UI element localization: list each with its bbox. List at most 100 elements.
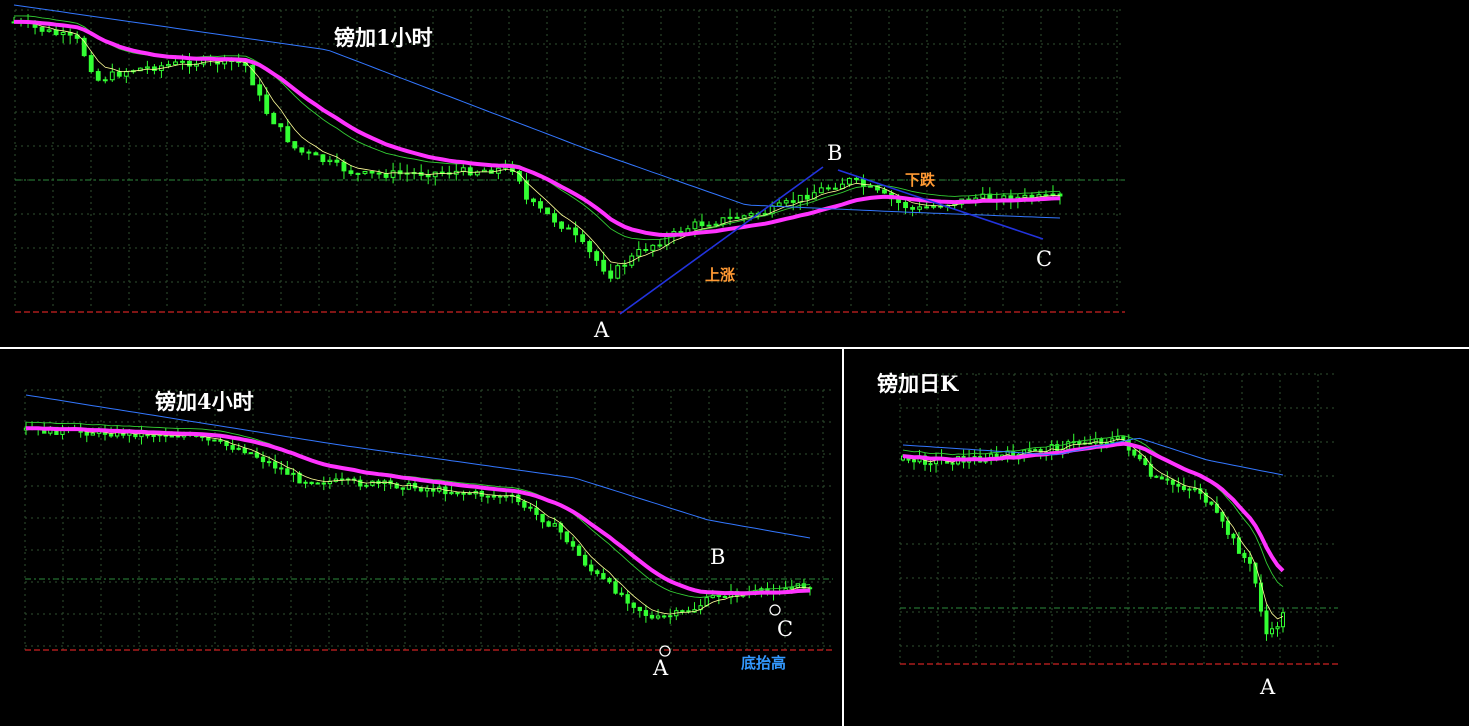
annotation-rise: 上涨 (705, 266, 736, 284)
annotation-fall: 下跌 (905, 171, 936, 189)
point-label-1h-b: B (827, 141, 843, 165)
panel-1h-candle-body (123, 71, 129, 77)
panel-4h-ma-mid (25, 421, 811, 598)
panel-daily-candle-body (912, 459, 917, 463)
panel-1h-candle-body (102, 79, 108, 82)
panel-daily-candle-body (1137, 454, 1142, 460)
panel-1h-candle-body (376, 172, 382, 175)
panel-daily-candle-body (1209, 501, 1214, 505)
panel-4h-candle-body (84, 431, 89, 436)
panel-1h-candle-body (615, 265, 621, 279)
panel-4h-candle-body (364, 484, 369, 487)
panel-1h-candle-body (706, 224, 712, 227)
panel-4h-candle-body (285, 468, 290, 475)
panel-4h-candle-body (722, 596, 728, 599)
panel-1h-candle-body (362, 170, 368, 174)
panel-daily-candle-body (1264, 610, 1269, 635)
panel-1h-candle-body (924, 206, 930, 209)
panel-1h-candle-body (306, 151, 312, 154)
panel-4h-candle-body (643, 610, 649, 616)
panel-4h-candle-body (297, 472, 302, 484)
panel-1h-candle-body (348, 170, 354, 174)
panel-daily-candle-body (1181, 485, 1186, 491)
panel-4h-candle-body (613, 581, 618, 594)
panel-1h-candle-body (903, 201, 908, 209)
panel-1h-candle-body (748, 212, 754, 217)
panel-4h-candle-body (661, 615, 667, 618)
panel-1h-candle-body (467, 167, 473, 176)
panel-4h-candle-body (461, 492, 466, 495)
panel-4h-candle-body (254, 452, 260, 458)
panel-1h-candle-body (699, 221, 705, 227)
panel-1h-candle-body (327, 159, 333, 163)
panel-4h-candle-body (564, 531, 570, 543)
panel-4h-candle-body (649, 614, 655, 619)
panel-1h-candle-body (910, 207, 915, 210)
chart-title-daily: 镑加日K (877, 371, 959, 396)
panel-1h-candle-body (60, 31, 66, 36)
panel-4h-candle-body (528, 506, 533, 509)
panel-daily-candle-body (1269, 628, 1274, 635)
panel-1h-candle-body (741, 215, 747, 219)
panel-daily-candle-body (1275, 626, 1280, 630)
marker-circle-4h-a (659, 645, 671, 657)
panel-4h-candle-body (534, 507, 539, 515)
panel-daily-candle-body (1253, 562, 1258, 584)
chart-canvas (0, 4, 1469, 726)
panel-1h-candle-body (608, 270, 614, 279)
panel-4h-candle-body (668, 615, 673, 618)
panel-1h-candle-body (917, 206, 923, 210)
panel-1h-candle-body (538, 201, 543, 209)
panel-4h-candle-body (309, 481, 314, 485)
panel-4h-candle-body (151, 434, 156, 437)
panel-4h-candle-body (279, 467, 284, 470)
panel-4h-candle-body (601, 573, 606, 580)
panel-daily-candle-body (928, 463, 933, 466)
panel-daily-candle-body (1027, 449, 1032, 452)
panel-1h-candle-body (390, 170, 396, 178)
panel-1h-candle-body (643, 249, 649, 252)
panel-4h-candle-body (467, 492, 472, 495)
panel-4h-candle-body (273, 461, 278, 469)
panel-4h-candle-body (680, 610, 685, 613)
panel-1h-candle-body (285, 126, 291, 143)
chart-title-4h: 镑加4小时 (155, 389, 254, 414)
panel-4h-candle-body (260, 456, 266, 463)
panel-daily-candle-body (1242, 552, 1247, 559)
panel-1h-candle-body (187, 60, 192, 67)
point-label-4h-a: A (653, 656, 669, 680)
panel-1h-candle-body (369, 170, 375, 174)
panel-1h-candle-body (601, 259, 607, 272)
panel-1h-candle-body (1022, 194, 1028, 198)
panel-daily-candle-body (1165, 478, 1170, 481)
panel-1h-candle-body (439, 171, 445, 174)
panel-daily-candle-body (1220, 511, 1225, 522)
panel-4h-candle-body (291, 472, 296, 475)
panel-daily-candle-body (1077, 441, 1082, 445)
panel-4h-candle-body (449, 492, 454, 495)
panel-1h-candle-body (116, 71, 122, 77)
panel-4h-candle-body (90, 432, 96, 436)
panel-1h-candle-body (776, 202, 782, 207)
panel-1h-candle-body (804, 194, 810, 200)
panel-4h-candle-body (266, 461, 272, 464)
panel-1h-candle-body (299, 147, 305, 153)
panel-1h-candle-body (432, 171, 438, 178)
panel-daily-candle-body (1231, 533, 1236, 539)
annotation-higher-low: 底抬高 (741, 654, 787, 672)
panel-4h-candle-body (418, 487, 424, 492)
panel-daily-candle-body (1099, 438, 1104, 445)
panel-1h-candle-body (594, 251, 600, 261)
panel-1h-candle-body (1050, 193, 1056, 196)
panel-1h-candle-body (734, 216, 740, 219)
panel-4h-candle-body (631, 602, 636, 608)
panel-daily-candle-body (1154, 475, 1159, 478)
panel-1h-candle-body (320, 154, 326, 163)
chart-title-1h: 镑加1小时 (334, 25, 433, 50)
panel-1h-candle-body (144, 66, 150, 69)
point-label-daily-a: A (1260, 675, 1276, 699)
panel-1h-candle-body (559, 221, 564, 229)
panel-4h-candle-body (424, 488, 430, 492)
panel-1h-candle-body (1043, 194, 1049, 197)
panel-1h-candle-body (355, 172, 361, 175)
